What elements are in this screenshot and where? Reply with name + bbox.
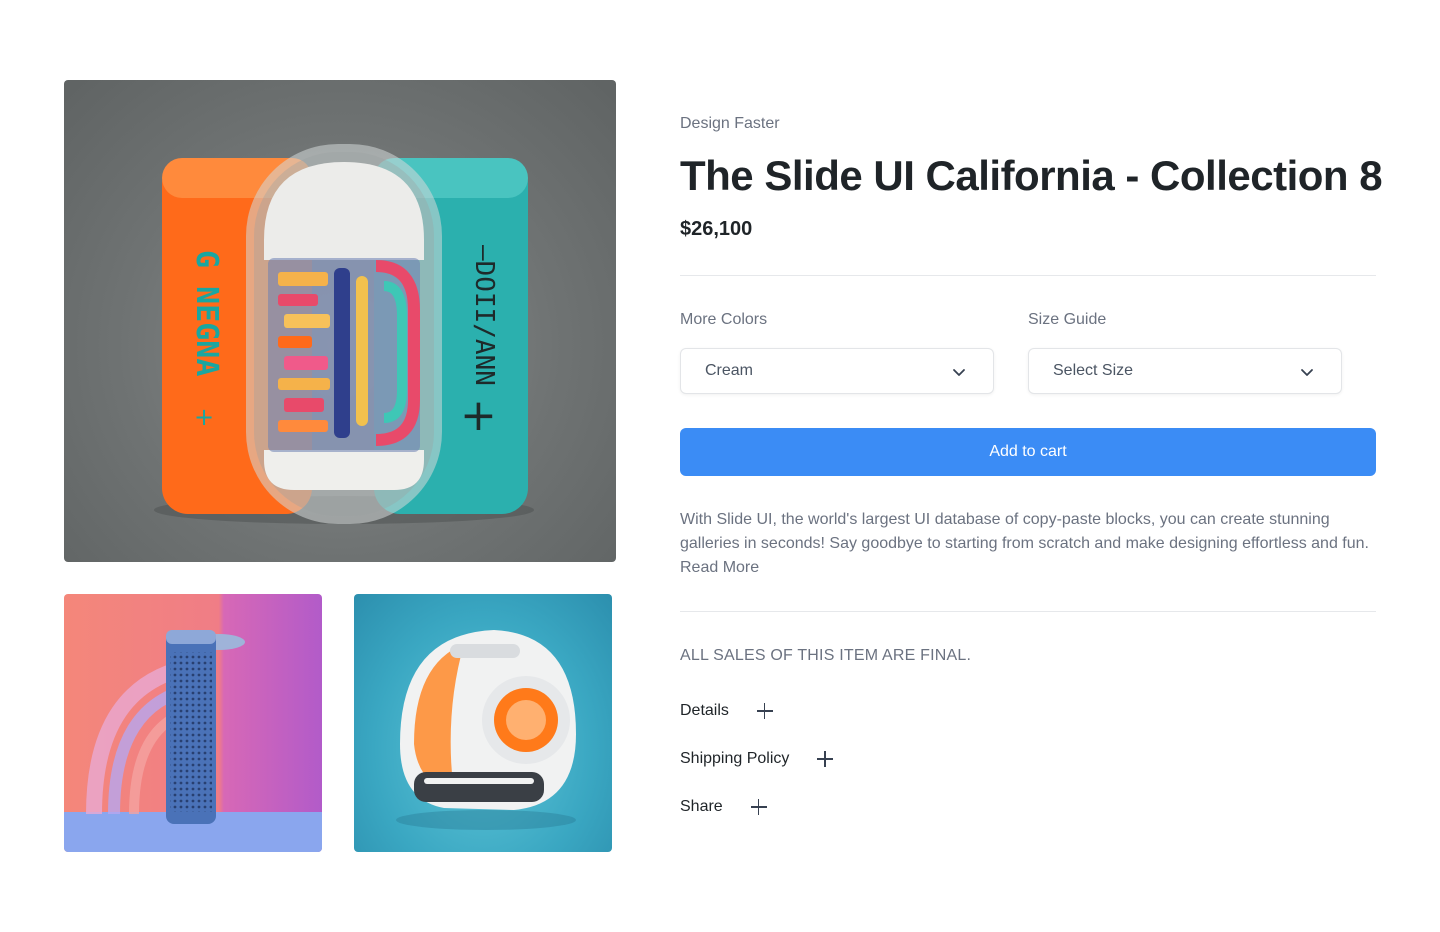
product-eyebrow: Design Faster — [680, 115, 780, 132]
accordion-share[interactable]: Share — [680, 798, 767, 816]
accordion-details-label: Details — [680, 702, 729, 719]
colors-label: More Colors — [680, 311, 768, 328]
thumbnail-image-1[interactable] — [64, 594, 322, 852]
svg-text:—DOII/ANN: —DOII/ANN — [469, 245, 499, 386]
add-to-cart-button[interactable]: Add to cart — [680, 428, 1376, 476]
color-select-value: Cream — [705, 362, 754, 379]
size-select[interactable]: Select Size — [1028, 348, 1342, 394]
capsule-product-illustration: G NEGNA + —DOII/ANN + — [154, 144, 534, 524]
chevron-down-icon — [1301, 369, 1313, 376]
product-price: $26,100 — [680, 218, 753, 240]
product-title: The Slide UI California - Collection 8 — [680, 152, 1383, 199]
product-main-image[interactable]: G NEGNA + —DOII/ANN + — [64, 80, 616, 562]
final-sale-notice: ALL SALES OF THIS ITEM ARE FINAL. — [680, 647, 972, 664]
color-select[interactable]: Cream — [680, 348, 994, 394]
divider — [680, 611, 1376, 612]
svg-text:+: + — [194, 403, 214, 431]
accordion-share-label: Share — [680, 798, 723, 815]
product-description: With Slide UI, the world's largest UI da… — [680, 508, 1380, 580]
plus-icon — [750, 799, 767, 815]
plus-icon — [817, 751, 834, 767]
description-text: With Slide UI, the world's largest UI da… — [680, 511, 1369, 552]
read-more-link[interactable]: Read More — [680, 559, 759, 576]
accordion-shipping-label: Shipping Policy — [680, 750, 790, 767]
divider — [680, 275, 1376, 276]
robot-helmet-illustration — [396, 630, 576, 830]
cylinder-speaker-illustration — [64, 630, 322, 852]
svg-text:G NEGNA: G NEGNA — [189, 250, 224, 376]
accordion-shipping-policy[interactable]: Shipping Policy — [680, 750, 834, 768]
plus-icon — [756, 703, 773, 719]
accordion-details[interactable]: Details — [680, 702, 773, 720]
size-label: Size Guide — [1028, 311, 1107, 328]
size-select-value: Select Size — [1053, 362, 1134, 379]
chevron-down-icon — [953, 369, 965, 376]
thumbnail-image-2[interactable] — [354, 594, 612, 852]
svg-text:+: + — [460, 390, 497, 441]
